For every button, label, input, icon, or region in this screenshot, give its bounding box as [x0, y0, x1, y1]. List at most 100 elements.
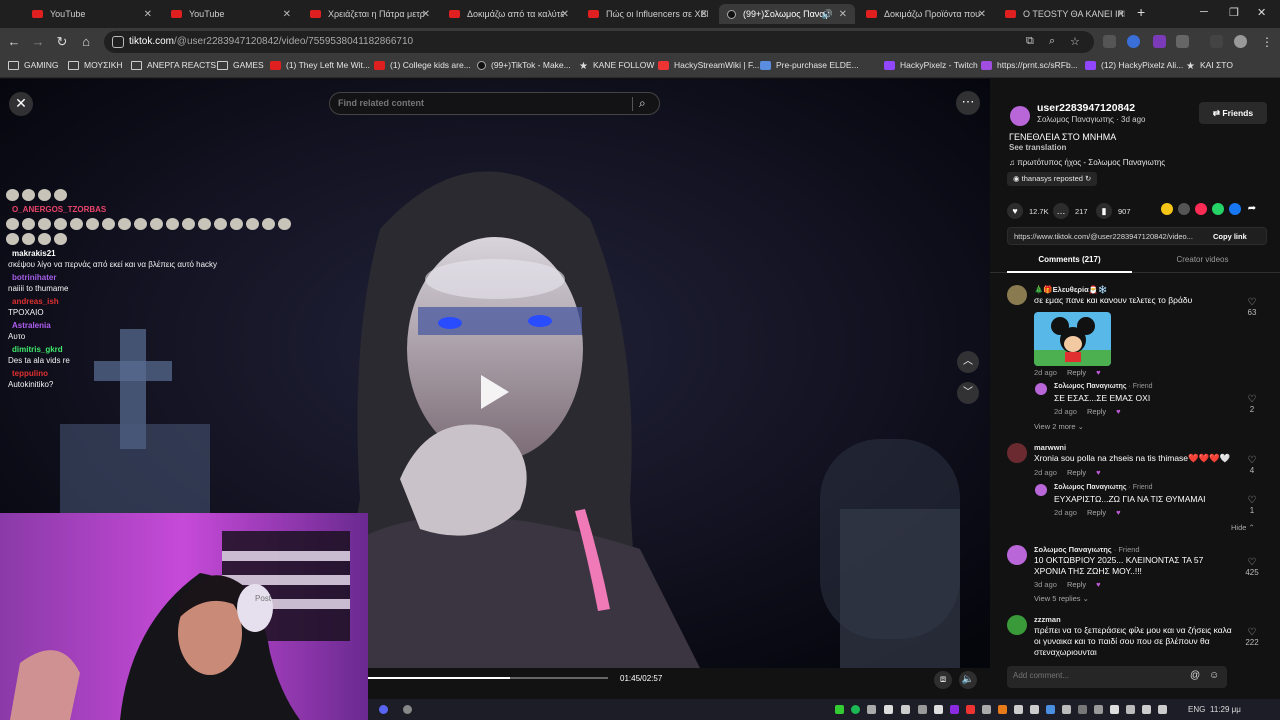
tab-comments[interactable]: Comments (217) — [1007, 251, 1132, 273]
save-button[interactable]: ▮ 907 — [1096, 203, 1131, 219]
tray-icon[interactable] — [1142, 705, 1151, 714]
reply-link[interactable]: Reply — [1067, 468, 1086, 477]
back-icon[interactable]: ← — [6, 34, 22, 50]
repost-share-icon[interactable] — [1161, 203, 1173, 215]
address-bar[interactable]: tiktok.com/@user2283947120842/video/7559… — [104, 31, 1094, 53]
browser-tab[interactable]: Πώς οι Influencers σε ΧΕΙ ✕ — [580, 4, 716, 24]
bookmark-item[interactable]: ★ KANE FOLLOW — [579, 60, 654, 72]
close-window-icon[interactable]: ✕ — [1257, 6, 1266, 19]
close-tab-icon[interactable]: ✕ — [1117, 9, 1125, 20]
comment-like-button[interactable]: ♡ 222 — [1242, 627, 1262, 647]
tray-icon[interactable] — [982, 705, 991, 714]
site-info-icon[interactable] — [112, 36, 124, 48]
menu-kebab-icon[interactable]: ⋮ — [1259, 34, 1275, 50]
bookmark-item[interactable]: HackyPixelz - Twitch — [884, 60, 978, 70]
commenter-avatar[interactable] — [1007, 443, 1027, 463]
mention-icon[interactable]: @ — [1190, 670, 1200, 681]
tray-icon[interactable] — [918, 705, 927, 714]
share-arrow-icon[interactable]: ➦ — [1246, 203, 1258, 215]
bookmark-item[interactable]: ΑΝΕΡΓΑ REACTS — [131, 60, 216, 70]
tray-icon[interactable] — [950, 705, 959, 714]
tray-icon[interactable] — [1094, 705, 1103, 714]
reply-link[interactable]: Reply — [1067, 368, 1086, 377]
tray-icon[interactable] — [1078, 705, 1087, 714]
extension-icon[interactable] — [1153, 35, 1166, 48]
tray-icon[interactable] — [1062, 705, 1071, 714]
reply-link[interactable]: Reply — [1087, 407, 1106, 416]
reply-link[interactable]: Reply — [1067, 580, 1086, 589]
tray-icon[interactable] — [1030, 705, 1039, 714]
tray-icon[interactable] — [1126, 705, 1135, 714]
sound-link[interactable]: ♫ πρωτότυπος ήχος - Σολωμος Παναγιωτης — [1009, 158, 1165, 167]
close-video-icon[interactable]: ✕ — [9, 92, 33, 116]
like-button[interactable]: ♥ 12.7K — [1007, 203, 1049, 219]
media-control-icon[interactable] — [1210, 35, 1223, 48]
share-link-url[interactable]: https://www.tiktok.com/@user228394712084… — [1014, 232, 1204, 241]
extensions-puzzle-icon[interactable] — [1176, 35, 1189, 48]
commenter-name[interactable]: Σολωμος Παναγιωτης · Friend — [1054, 484, 1153, 491]
volume-icon[interactable]: 🔈 — [959, 671, 977, 689]
bookmark-item[interactable]: https://prnt.sc/sRFb... — [981, 60, 1078, 70]
browser-tab[interactable]: Δοκιμάζω από τα καλύτε ✕ — [441, 4, 577, 24]
tray-icon[interactable] — [1110, 705, 1119, 714]
new-tab-icon[interactable]: + — [1137, 4, 1145, 20]
commenter-avatar[interactable] — [1007, 285, 1027, 305]
commenter-name[interactable]: 🎄🎁Ελευθερία🎅❄️ — [1034, 285, 1107, 294]
tab-creator-videos[interactable]: Creator videos — [1140, 251, 1265, 273]
bookmark-item[interactable]: ★ KAI ΣΤΟ — [1186, 60, 1233, 72]
reply-link[interactable]: Reply — [1087, 508, 1106, 517]
chevron-up-icon[interactable]: ︿ — [957, 351, 979, 373]
bookmark-item[interactable]: GAMING — [8, 60, 58, 70]
commenter-avatar[interactable] — [1035, 484, 1047, 496]
app-icon[interactable] — [403, 705, 412, 714]
bookmark-item[interactable]: (1) College kids are... — [374, 60, 471, 70]
bookmark-item[interactable]: HackyStreamWiki | F... — [658, 60, 759, 70]
extension-icon[interactable] — [1127, 35, 1140, 48]
comment-like-button[interactable]: ♡ 1 — [1242, 495, 1262, 515]
video-progress-bar[interactable] — [368, 677, 608, 679]
creator-avatar[interactable] — [1010, 106, 1030, 126]
browser-tab[interactable]: Χρειάζεται η Πάτρα μετρ ✕ — [302, 4, 438, 24]
discord-icon[interactable] — [379, 705, 388, 714]
commenter-name[interactable]: zzzman — [1034, 615, 1061, 624]
tray-icon[interactable] — [901, 705, 910, 714]
close-tab-icon[interactable]: ✕ — [561, 9, 569, 20]
comment-like-button[interactable]: ♡ 4 — [1242, 455, 1262, 475]
tray-icon[interactable] — [1014, 705, 1023, 714]
bookmark-item[interactable]: (12) HackyPixelz Ali... — [1085, 60, 1183, 70]
reload-icon[interactable]: ↻ — [54, 34, 70, 50]
embed-icon[interactable] — [1178, 203, 1190, 215]
tray-icon[interactable] — [1046, 705, 1055, 714]
bookmark-item[interactable]: GAMES — [217, 60, 264, 70]
commenter-name[interactable]: marwwni — [1034, 443, 1066, 452]
browser-tab[interactable]: YouTube ✕ — [163, 4, 299, 24]
emoji-icon[interactable]: ☺ — [1209, 670, 1219, 681]
home-icon[interactable]: ⌂ — [78, 34, 94, 50]
view-replies-link[interactable]: View 5 replies ⌄ — [1034, 594, 1089, 603]
post-comment-button[interactable]: Post — [255, 594, 271, 603]
close-tab-icon[interactable]: ✕ — [839, 9, 847, 20]
tray-icon[interactable] — [934, 705, 943, 714]
creator-username[interactable]: user2283947120842 — [1037, 102, 1135, 114]
close-tab-icon[interactable]: ✕ — [700, 9, 708, 20]
tray-icon[interactable] — [998, 705, 1007, 714]
hide-replies-link[interactable]: Hide ⌃ — [1231, 523, 1255, 532]
browser-tab[interactable]: YouTube ✕ — [24, 4, 160, 24]
bookmark-item[interactable]: (99+)TikTok - Make... — [477, 60, 571, 70]
forward-icon[interactable]: → — [30, 34, 46, 50]
commenter-name[interactable]: Σολωμος Παναγιωτης · Friend — [1034, 545, 1140, 554]
add-comment-field[interactable]: @ ☺ — [1007, 666, 1227, 688]
copy-link-button[interactable]: Copy link — [1213, 232, 1247, 241]
language-indicator[interactable]: ENG — [1188, 705, 1205, 714]
tray-icon[interactable] — [867, 705, 876, 714]
bookmark-star-icon[interactable]: ☆ — [1070, 35, 1080, 48]
commenter-name[interactable]: Σολωμος Παναγιωτης · Friend — [1054, 383, 1153, 390]
see-translation-link[interactable]: See translation — [1009, 143, 1066, 152]
minimize-icon[interactable]: ─ — [1200, 6, 1208, 18]
bookmark-item[interactable]: ΜΟΥΣΙΚΗ — [68, 60, 123, 70]
search-icon[interactable]: ⌕ — [639, 96, 646, 111]
friends-button[interactable]: ⇄ Friends — [1199, 102, 1267, 124]
search-bar[interactable]: ⌕ — [329, 92, 660, 115]
zoom-icon[interactable]: ⌕ — [1049, 35, 1055, 48]
browser-tab[interactable]: Δοκιμάζω Προϊόντα που ✕ — [858, 4, 994, 24]
